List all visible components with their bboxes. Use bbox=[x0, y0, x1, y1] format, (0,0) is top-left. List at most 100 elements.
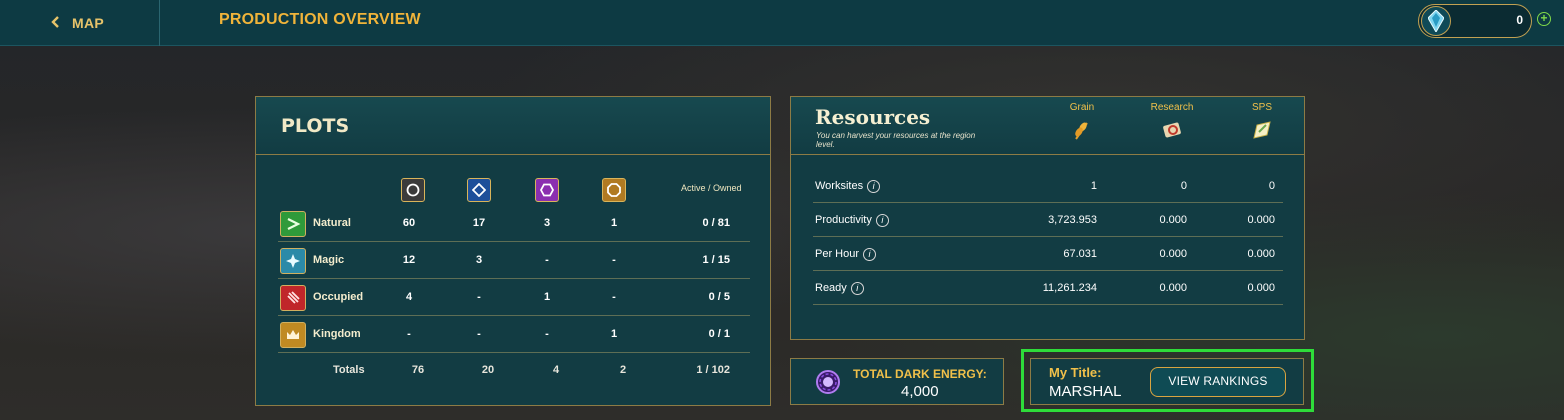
total-count: 4 bbox=[552, 364, 560, 376]
plots-panel: PLOTS Active / Owned Natural 60 17 3 1 0… bbox=[255, 96, 771, 406]
grain-column-header: Grain bbox=[1047, 102, 1117, 141]
info-icon[interactable]: i bbox=[850, 282, 864, 295]
active-owned-ratio: 1 / 15 bbox=[702, 254, 730, 266]
dark-energy-value: 4,000 bbox=[901, 383, 939, 400]
plot-row-kingdom: Kingdom - - - 1 0 / 1 bbox=[278, 316, 750, 353]
plot-count: 60 bbox=[402, 217, 416, 229]
resource-row-ready: Ready i 11,261.234 0.000 0.000 bbox=[813, 271, 1283, 305]
grain-icon bbox=[1071, 119, 1093, 141]
info-icon[interactable]: i bbox=[867, 180, 881, 193]
plot-count: - bbox=[545, 328, 549, 340]
plots-totals-row: Totals 76 20 4 2 1 / 102 bbox=[278, 361, 750, 391]
my-title-value: MARSHAL bbox=[1049, 383, 1122, 400]
info-icon[interactable]: i bbox=[875, 214, 889, 227]
resources-header: Resources You can harvest your resources… bbox=[791, 97, 1304, 155]
resource-row-per-hour: Per Hour i 67.031 0.000 0.000 bbox=[813, 237, 1283, 271]
research-value: 0.000 bbox=[1159, 282, 1187, 294]
magic-icon bbox=[280, 248, 306, 274]
chevron-left-icon bbox=[50, 15, 62, 32]
grain-label: Grain bbox=[1069, 102, 1095, 113]
plots-header: PLOTS bbox=[256, 97, 770, 155]
sps-icon bbox=[1251, 119, 1273, 141]
top-bar: MAP PRODUCTION OVERVIEW 0 + bbox=[0, 0, 1564, 46]
row-label-text: Per Hour bbox=[815, 248, 860, 260]
plot-count: - bbox=[477, 291, 481, 303]
dark-energy-panel: TOTAL DARK ENERGY: 4,000 bbox=[790, 358, 1004, 405]
row-label-text: Productivity bbox=[815, 214, 872, 226]
resources-panel: Resources You can harvest your resources… bbox=[790, 96, 1305, 340]
active-owned-ratio: 0 / 81 bbox=[702, 217, 730, 229]
plot-row-label: Natural bbox=[313, 217, 351, 229]
total-count: 20 bbox=[481, 364, 495, 376]
plot-row-label: Occupied bbox=[313, 291, 364, 303]
plot-row-magic: Magic 12 3 - - 1 / 15 bbox=[278, 242, 750, 279]
plot-count: 17 bbox=[472, 217, 486, 229]
plot-count: - bbox=[545, 254, 549, 266]
octagon-plot-icon bbox=[602, 178, 626, 202]
currency-value: 0 bbox=[1516, 13, 1523, 27]
back-label: MAP bbox=[72, 15, 105, 31]
occupied-icon bbox=[280, 285, 306, 311]
active-owned-ratio: 0 / 1 bbox=[708, 328, 730, 340]
plot-count: 1 bbox=[610, 328, 618, 340]
plot-row-occupied: Occupied 4 - 1 - 0 / 5 bbox=[278, 279, 750, 316]
research-icon bbox=[1161, 119, 1183, 141]
plot-count: - bbox=[477, 328, 481, 340]
grain-value: 11,261.234 bbox=[1042, 282, 1097, 294]
resource-row-label: Worksites i bbox=[815, 180, 881, 193]
view-rankings-button[interactable]: VIEW RANKINGS bbox=[1150, 367, 1286, 397]
hexagon-plot-icon bbox=[535, 178, 559, 202]
row-label-text: Worksites bbox=[815, 180, 864, 192]
research-value: 0.000 bbox=[1159, 248, 1187, 260]
plot-count: - bbox=[612, 291, 616, 303]
research-value: 0 bbox=[1180, 180, 1187, 192]
plot-count: 3 bbox=[475, 254, 483, 266]
info-icon[interactable]: i bbox=[863, 248, 877, 261]
total-ratio: 1 / 102 bbox=[696, 364, 730, 376]
plot-row-natural: Natural 60 17 3 1 0 / 81 bbox=[278, 205, 750, 242]
plot-count: 4 bbox=[405, 291, 413, 303]
my-title-panel: My Title: MARSHAL VIEW RANKINGS bbox=[1030, 358, 1304, 405]
page-title: PRODUCTION OVERVIEW bbox=[219, 11, 421, 28]
circle-plot-icon bbox=[401, 178, 425, 202]
plot-count: 1 bbox=[543, 291, 551, 303]
plot-count: - bbox=[612, 254, 616, 266]
sps-column-header: SPS bbox=[1227, 102, 1297, 141]
research-label: Research bbox=[1150, 102, 1194, 113]
my-title-label: My Title: bbox=[1049, 365, 1102, 380]
plot-count: 12 bbox=[402, 254, 416, 266]
dark-energy-label: TOTAL DARK ENERGY: bbox=[853, 367, 987, 381]
resources-subtitle: You can harvest your resources at the re… bbox=[816, 131, 976, 149]
grain-value: 67.031 bbox=[1063, 248, 1097, 260]
natural-icon bbox=[280, 211, 306, 237]
plots-title: PLOTS bbox=[281, 115, 350, 137]
sps-value: 0.000 bbox=[1247, 214, 1275, 226]
research-value: 0.000 bbox=[1159, 214, 1187, 226]
sps-label: SPS bbox=[1251, 102, 1272, 113]
crystal-gem-icon bbox=[1421, 6, 1451, 36]
resource-row-label: Productivity i bbox=[815, 214, 889, 227]
resource-row-label: Per Hour i bbox=[815, 248, 877, 261]
plot-row-label: Kingdom bbox=[313, 328, 361, 340]
plot-count: - bbox=[407, 328, 411, 340]
active-owned-header: Active / Owned bbox=[681, 183, 742, 193]
diamond-plot-icon bbox=[467, 178, 491, 202]
grain-value: 1 bbox=[1090, 180, 1097, 192]
total-count: 2 bbox=[619, 364, 627, 376]
back-to-map-button[interactable]: MAP bbox=[0, 0, 160, 46]
resource-row-label: Ready i bbox=[815, 282, 864, 295]
kingdom-icon bbox=[280, 322, 306, 348]
plot-count: 3 bbox=[543, 217, 551, 229]
totals-label: Totals bbox=[333, 364, 365, 376]
sps-value: 0.000 bbox=[1247, 282, 1275, 294]
plot-row-label: Magic bbox=[313, 254, 345, 266]
plot-count: 1 bbox=[610, 217, 618, 229]
grain-value: 3,723.953 bbox=[1048, 214, 1097, 226]
research-column-header: Research bbox=[1137, 102, 1207, 141]
currency-display: 0 bbox=[1418, 4, 1532, 38]
active-owned-ratio: 0 / 5 bbox=[708, 291, 730, 303]
sps-value: 0.000 bbox=[1247, 248, 1275, 260]
resource-row-productivity: Productivity i 3,723.953 0.000 0.000 bbox=[813, 203, 1283, 237]
total-count: 76 bbox=[411, 364, 425, 376]
add-currency-button[interactable]: + bbox=[1537, 12, 1551, 26]
